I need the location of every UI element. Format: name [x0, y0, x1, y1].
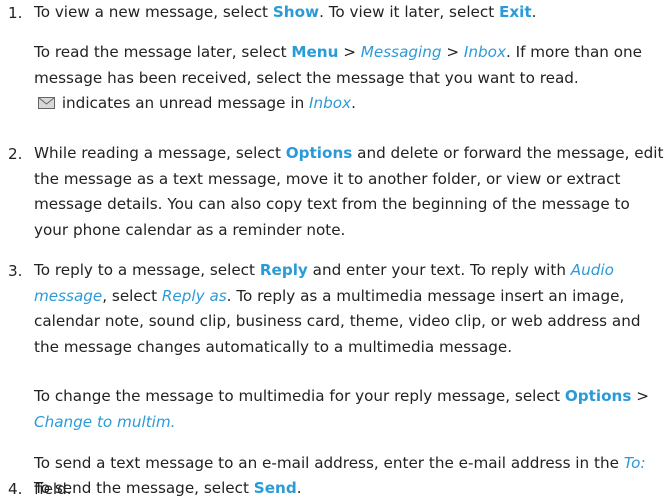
step-4-paragraph: To send the message, select Send. [34, 479, 302, 497]
inbox-menu: Inbox [463, 43, 506, 61]
step-1-paragraph: To view a new message, select Show. To v… [34, 3, 537, 21]
options-command: Options [285, 144, 353, 162]
menu-command: Menu [291, 43, 339, 61]
unread-envelope-icon [38, 97, 55, 109]
step-2-paragraph: While reading a message, select Options … [34, 144, 664, 239]
change-to-multim-option: Change to multim. [34, 412, 176, 431]
show-command: Show [272, 3, 320, 21]
reply-as-option: Reply as [161, 286, 227, 305]
read-later-paragraph: To read the message later, select Menu >… [34, 43, 643, 112]
exit-command: Exit [499, 3, 532, 21]
to-field-label: To: [623, 454, 646, 472]
step-3-paragraph: To reply to a message, select Reply and … [34, 261, 641, 356]
messaging-menu: Messaging [360, 43, 442, 61]
inbox-label: Inbox [309, 94, 352, 112]
send-command: Send [253, 479, 297, 497]
reply-command: Reply [259, 261, 308, 279]
change-multimedia-paragraph: To change the message to multimedia for … [34, 387, 649, 431]
options-command: Options [564, 387, 632, 405]
document-page: 1. To view a new message, select Show. T… [0, 0, 664, 501]
